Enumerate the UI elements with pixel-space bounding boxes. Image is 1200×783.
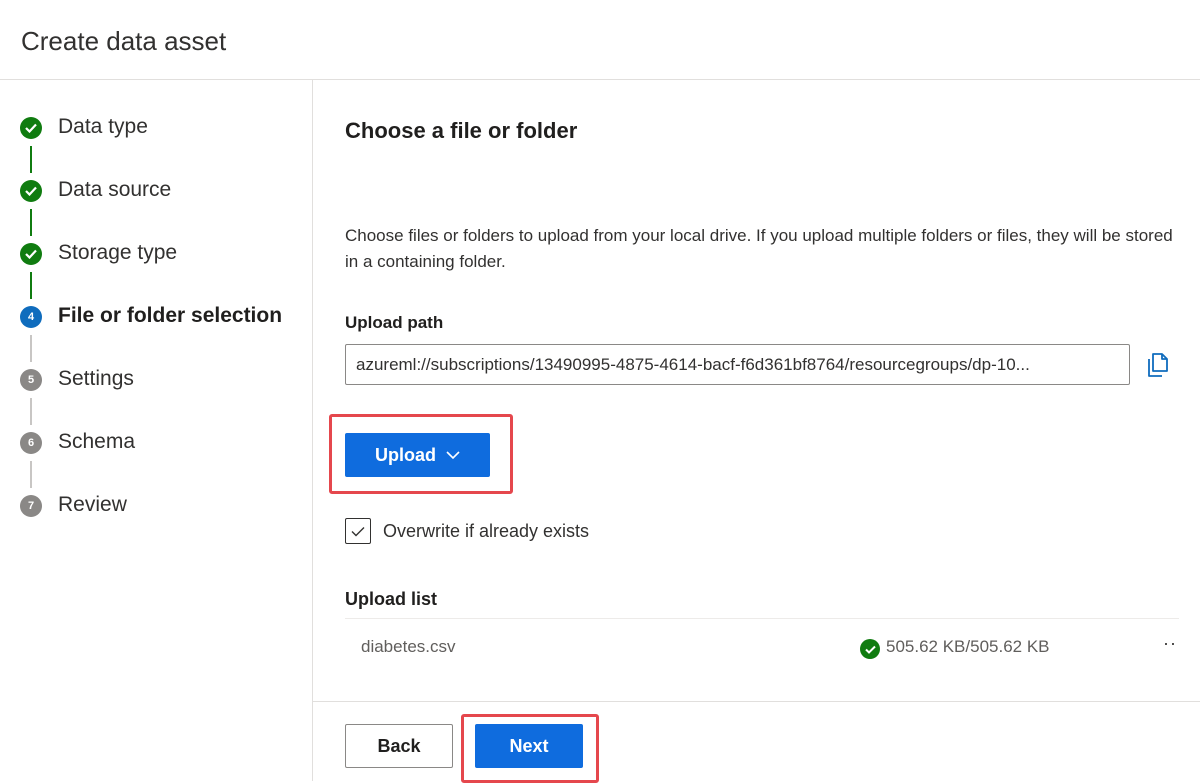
step-connector [30,335,32,362]
step-storage-type[interactable]: Storage type [0,236,310,272]
step-label: Data source [58,178,172,201]
list-item: diabetes.csv 505.62 KB/505.62 KB ·· [345,619,1179,677]
step-settings[interactable]: 5 Settings [0,362,310,398]
step-data-source[interactable]: Data source [0,173,310,209]
checkmark-icon [351,526,365,536]
more-options-icon[interactable]: ·· [1160,633,1180,659]
page-header: Create data asset [0,0,1200,80]
upload-button[interactable]: Upload [345,433,490,477]
chevron-down-icon [446,450,460,459]
step-connector [30,209,32,236]
footer: Back Next [313,701,1200,783]
step-label: Schema [58,430,136,453]
upload-path-field[interactable] [345,344,1130,385]
main-content: Choose a file or folder Choose files or … [313,80,1200,701]
upload-list-title: Upload list [345,589,438,609]
success-check-icon [860,639,880,659]
upload-path-label: Upload path [345,313,444,332]
step-label: Review [58,493,127,516]
checkmark-icon [20,180,42,202]
step-connector [30,272,32,299]
checkmark-icon [20,243,42,265]
step-number-badge: 6 [20,432,42,454]
step-data-type[interactable]: Data type [0,110,310,146]
step-connector [30,461,32,488]
step-schema[interactable]: 6 Schema [0,425,310,461]
wizard-steps-sidebar: Data type Data source Storage type 4 Fil… [0,80,313,781]
overwrite-label: Overwrite if already exists [383,521,590,541]
step-label: Storage type [58,241,178,264]
section-title: Choose a file or folder [345,118,578,143]
overwrite-checkbox[interactable] [345,518,371,544]
page-title: Create data asset [21,26,227,56]
step-review[interactable]: 7 Review [0,488,310,524]
step-file-or-folder-selection[interactable]: 4 File or folder selection [0,299,310,335]
step-label: Settings [58,367,134,390]
step-number-badge: 4 [20,306,42,328]
next-button[interactable]: Next [475,724,583,768]
file-name: diabetes.csv [361,637,456,656]
step-label: Data type [58,115,148,138]
section-description: Choose files or folders to upload from y… [345,226,1173,271]
step-label: File or folder selection [58,304,283,327]
step-connector [30,398,32,425]
file-size: 505.62 KB/505.62 KB [886,637,1050,656]
step-number-badge: 5 [20,369,42,391]
copy-icon[interactable] [1147,353,1169,377]
step-connector [30,146,32,173]
upload-button-label: Upload [375,444,436,465]
checkmark-icon [20,117,42,139]
step-number-badge: 7 [20,495,42,517]
back-button[interactable]: Back [345,724,453,768]
